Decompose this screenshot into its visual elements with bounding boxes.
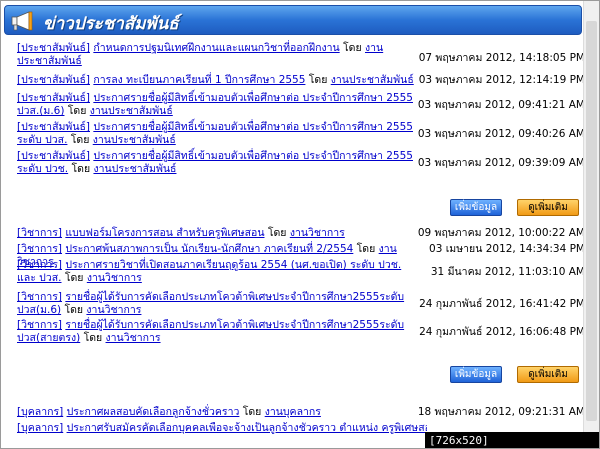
news-date: 03 พฤษภาคม 2012, 09:39:09 AM — [417, 157, 585, 169]
author-link[interactable]: งานวิชาการ — [106, 332, 161, 344]
author-link[interactable]: งานวิชาการ — [87, 272, 142, 284]
author-link[interactable]: งานบุคลากร — [265, 406, 321, 418]
news-date: 07 พฤษภาคม 2012, 14:18:05 PM — [418, 52, 585, 64]
category-link[interactable]: [บุคลากร] — [17, 406, 63, 418]
category-link[interactable]: [บุคลากร] — [17, 422, 63, 434]
category-link[interactable]: [วิชาการ] — [17, 227, 62, 239]
category-link[interactable]: [ประชาสัมพันธ์] — [17, 150, 90, 162]
by-label: โดย — [64, 272, 84, 284]
by-label: โดย — [343, 42, 362, 54]
category-link[interactable]: [วิชาการ] — [17, 243, 62, 255]
author-link[interactable]: งานประชาสัมพันธ์ — [331, 74, 414, 86]
news-title-link[interactable]: การลง ทะเบียนภาคเรียนที่ 1 ปีการศึกษา 25… — [93, 74, 305, 86]
by-label: โดย — [308, 74, 328, 86]
author-link[interactable]: งานวิชาการ — [290, 227, 345, 239]
category-link[interactable]: [ประชาสัมพันธ์] — [17, 92, 90, 104]
news-panel: ข่าวประชาสัมพันธ์ [ประชาสัมพันธ์] กำหนดก… — [0, 0, 600, 449]
news-title-link[interactable]: รายชื่อผู้ได้รับการคัดเลือกประเภทโควต้าพ… — [17, 319, 404, 344]
category-link[interactable]: [วิชาการ] — [17, 259, 62, 271]
by-label: โดย — [356, 243, 376, 255]
news-date: 03 พฤษภาคม 2012, 12:14:19 PM — [418, 74, 585, 86]
news-date: 09 พฤษภาคม 2012, 10:00:22 AM — [417, 227, 585, 239]
news-date: 03 พฤษภาคม 2012, 09:40:26 AM — [417, 128, 585, 140]
page-title: ข่าวประชาสัมพันธ์ — [43, 14, 179, 34]
news-date: 03 พฤษภาคม 2012, 09:41:21 AM — [417, 99, 585, 111]
by-label: โดย — [71, 163, 91, 175]
view-more-button[interactable]: ดูเพิ่มเติม — [517, 366, 579, 383]
by-label: โดย — [70, 134, 90, 146]
news-title-link[interactable]: ประกาศผลสอบคัดเลือกลูกจ้างชั่วคราว — [67, 406, 240, 418]
news-title-link[interactable]: แบบฟอร์มโครงการสอน สำหรับครูพิเศษสอน — [65, 227, 264, 239]
view-more-button[interactable]: ดูเพิ่มเติม — [517, 199, 579, 216]
category-link[interactable]: [วิชาการ] — [17, 291, 62, 303]
by-label: โดย — [242, 406, 262, 418]
category-link[interactable]: [ประชาสัมพันธ์] — [17, 74, 90, 86]
by-label: โดย — [67, 105, 87, 117]
news-date: 31 มีนาคม 2012, 11:03:10 AM — [430, 266, 585, 278]
author-link[interactable]: งานประชาสัมพันธ์ — [93, 134, 176, 146]
news-header: ข่าวประชาสัมพันธ์ — [4, 5, 582, 35]
news-date: 24 กุมภาพันธ์ 2012, 16:06:48 PM — [419, 326, 585, 338]
news-date: 03 เมษายน 2012, 14:34:34 PM — [429, 243, 585, 255]
watermark: [726x520] https://upic.me/ — [425, 432, 599, 448]
category-link[interactable]: [ประชาสัมพันธ์] — [17, 42, 90, 54]
scrollbar[interactable] — [583, 1, 599, 448]
author-link[interactable]: งานวิชาการ — [86, 304, 141, 316]
category-link[interactable]: [วิชาการ] — [17, 319, 62, 331]
by-label: โดย — [267, 227, 287, 239]
news-date: 18 พฤษภาคม 2012, 09:21:31 AM — [417, 406, 585, 418]
news-date: 24 กุมภาพันธ์ 2012, 16:41:42 PM — [419, 298, 585, 310]
author-link[interactable]: งานประชาสัมพันธ์ — [93, 163, 176, 175]
news-title-link[interactable]: ประกาศรับสมัครคัดเลือกบุคคลเพื่อจะจ้างเป… — [67, 422, 427, 434]
news-title-link[interactable]: ประกาศพ้นสภาพการเป็น นักเรียน-นักศึกษา ภ… — [65, 243, 353, 255]
by-label: โดย — [83, 332, 103, 344]
category-link[interactable]: [ประชาสัมพันธ์] — [17, 121, 90, 133]
scrollbar-thumb[interactable] — [586, 21, 597, 421]
author-link[interactable]: งานประชาสัมพันธ์ — [90, 105, 173, 117]
megaphone-icon — [11, 11, 33, 31]
news-title-link[interactable]: กำหนดการปฐมนิเทศฝึกงานและแผนกวิชาที่ออกฝ… — [93, 42, 339, 54]
add-info-button[interactable]: เพิ่มข้อมูล — [450, 199, 502, 216]
by-label: โดย — [64, 304, 84, 316]
add-info-button[interactable]: เพิ่มข้อมูล — [450, 366, 502, 383]
